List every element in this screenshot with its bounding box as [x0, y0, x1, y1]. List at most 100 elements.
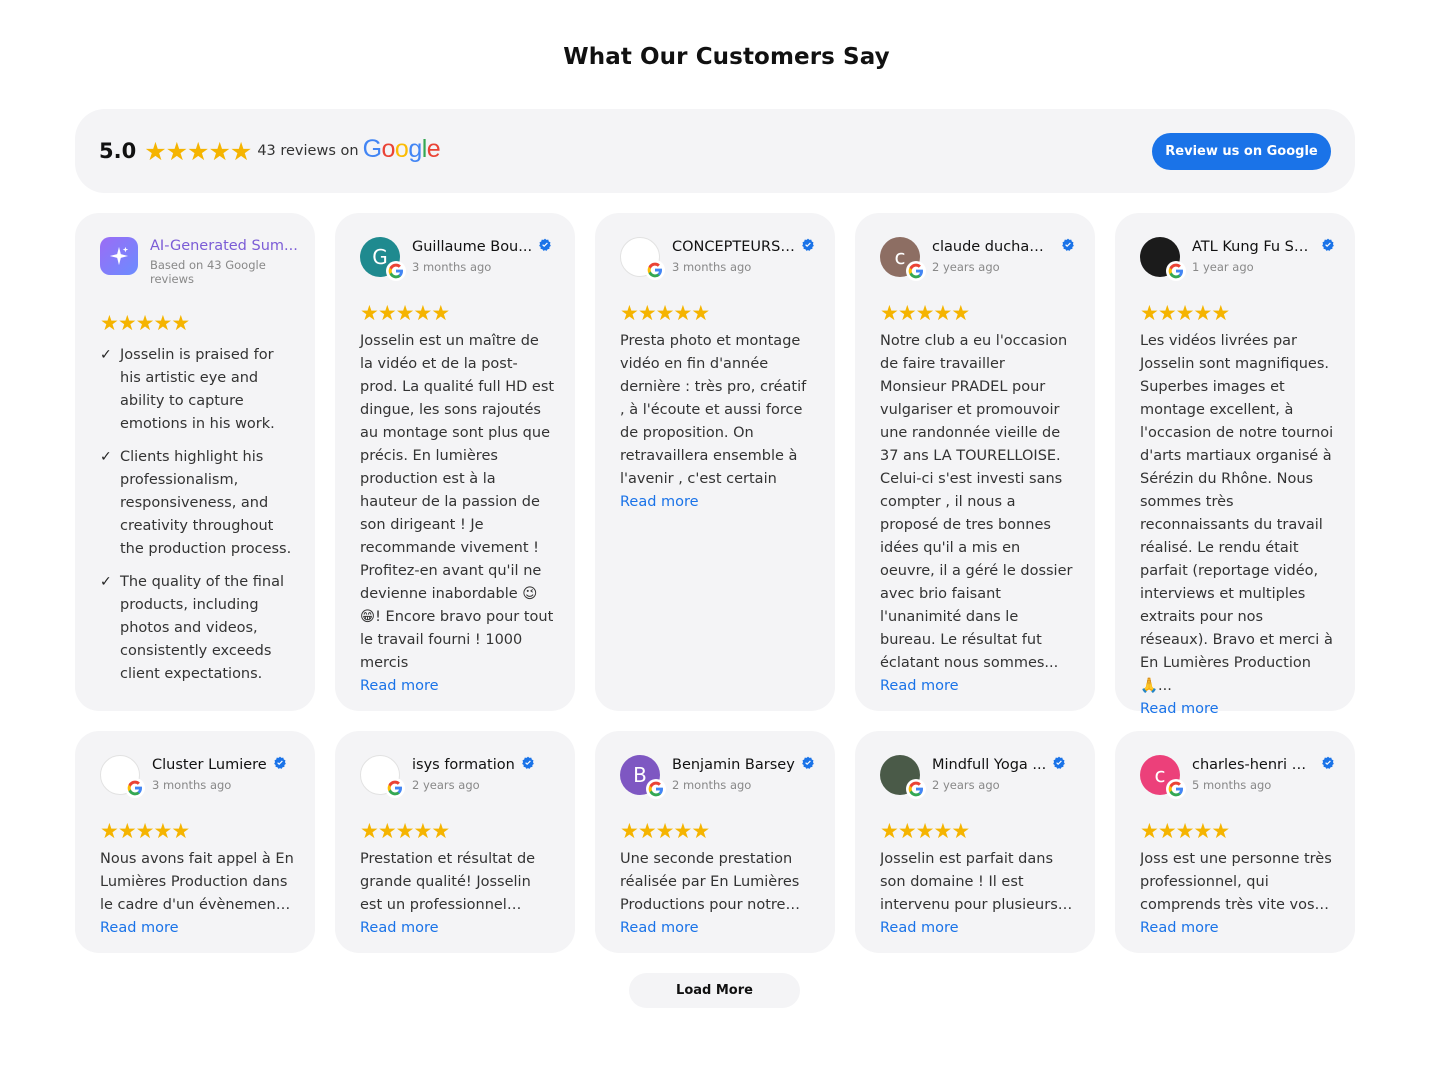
read-more-link[interactable]: Read more — [100, 917, 295, 940]
ai-summary-card: AI-Generated Sum... Based on 43 Google r… — [75, 213, 315, 711]
avatar: c — [1140, 755, 1186, 799]
google-badge-icon — [906, 261, 926, 281]
star-icon: ★ — [1140, 301, 1159, 325]
star-icon: ★ — [1140, 819, 1159, 843]
star-icon: ★ — [620, 819, 639, 843]
star-icon: ★ — [100, 819, 119, 843]
star-icon: ★ — [413, 301, 433, 325]
star-icon: ★ — [951, 301, 971, 325]
ai-summary-points: ✓ Josselin is praised for his artistic ey… — [100, 344, 295, 686]
load-more-button[interactable]: Load More — [629, 973, 800, 1008]
star-icon: ★ — [187, 136, 210, 166]
google-badge-icon — [385, 778, 405, 798]
read-more-link[interactable]: Read more — [620, 491, 815, 514]
review-text: Presta photo et montage vidéo en fin d'a… — [620, 333, 807, 487]
reviewer-name[interactable]: CONCEPTEURS ... — [672, 238, 795, 256]
review-time: 5 months ago — [1192, 778, 1272, 792]
avatar — [880, 755, 926, 799]
reviewer-name[interactable]: isys formation — [412, 756, 515, 774]
star-icon: ★ — [117, 311, 137, 335]
review-time: 1 year ago — [1192, 260, 1254, 274]
review-stars: ★ ★ ★ ★ ★ — [360, 819, 451, 843]
read-more-link[interactable]: Read more — [620, 917, 815, 940]
reviewer-name[interactable]: charles-henri D... — [1192, 756, 1315, 774]
star-icon: ★ — [395, 301, 415, 325]
reviewer-name[interactable]: Cluster Lumiere — [152, 756, 267, 774]
star-icon: ★ — [655, 819, 675, 843]
star-icon: ★ — [413, 819, 433, 843]
review-stars: ★ ★ ★ ★ ★ — [880, 301, 971, 325]
review-text: Prestation et résultat de grande qualité… — [360, 851, 536, 913]
google-badge-icon — [1166, 261, 1186, 281]
review-time: 3 months ago — [672, 260, 752, 274]
rating-summary-bar: 5.0 ★ ★ ★ ★ ★ 43 reviews on Google Review us… — [75, 109, 1355, 193]
review-us-on-google-button[interactable]: Review us on Google — [1152, 132, 1331, 170]
avatar — [100, 755, 145, 798]
read-more-link[interactable]: Read more — [1140, 917, 1335, 940]
review-time: 2 years ago — [932, 260, 1000, 274]
verified-badge-icon — [273, 755, 287, 774]
check-icon: ✓ — [100, 347, 112, 363]
review-time: 2 months ago — [672, 778, 752, 792]
review-card: isys formation 2 years ago ★ ★ ★ ★ ★ Prestation… — [335, 731, 575, 953]
star-icon: ★ — [1175, 819, 1195, 843]
review-text: Une seconde prestation réalisée par En L… — [620, 851, 800, 913]
ai-summary-subtitle: Based on 43 Google reviews — [150, 258, 266, 286]
verified-badge-icon — [801, 755, 815, 774]
review-text: Josselin est parfait dans son domaine ! … — [880, 851, 1058, 913]
review-time: 3 months ago — [152, 778, 232, 792]
star-icon: ★ — [1175, 301, 1195, 325]
read-more-link[interactable]: Read more — [880, 675, 1075, 698]
star-icon: ★ — [165, 136, 189, 166]
review-stars: ★ ★ ★ ★ ★ — [880, 819, 971, 843]
summary-point: ✓ Clients highlight his professionalism, … — [100, 446, 295, 561]
star-icon: ★ — [1157, 819, 1177, 843]
check-icon: ✓ — [100, 574, 112, 590]
star-icon: ★ — [431, 819, 451, 843]
avatar: c — [880, 237, 926, 281]
reviewer-name[interactable]: Guillaume Bou... — [412, 238, 532, 256]
star-icon: ★ — [171, 819, 191, 843]
star-icon: ★ — [171, 311, 191, 335]
read-more-link[interactable]: Read more — [360, 675, 555, 698]
star-icon: ★ — [153, 819, 173, 843]
reviewer-name[interactable]: Benjamin Barsey — [672, 756, 795, 774]
summary-point: ✓ The quality of the final products, incl… — [100, 571, 295, 686]
star-icon: ★ — [897, 301, 917, 325]
verified-badge-icon — [1321, 237, 1335, 256]
review-text: Josselin est un maître de la vidéo et de… — [360, 333, 555, 671]
read-more-link[interactable]: Read more — [1140, 698, 1335, 721]
star-icon: ★ — [637, 819, 657, 843]
star-icon: ★ — [360, 819, 379, 843]
star-icon: ★ — [135, 311, 155, 335]
star-icon: ★ — [915, 301, 935, 325]
google-badge-icon — [1166, 779, 1186, 799]
reviewer-name[interactable]: ATL Kung Fu Sé... — [1192, 238, 1315, 256]
star-icon: ★ — [1193, 301, 1213, 325]
verified-badge-icon — [1061, 237, 1075, 256]
star-icon: ★ — [208, 136, 231, 166]
overall-rating: 5.0 — [99, 139, 137, 163]
read-more-link[interactable]: Read more — [880, 917, 1075, 940]
star-icon: ★ — [620, 301, 639, 325]
star-icon: ★ — [1211, 301, 1231, 325]
star-icon: ★ — [1211, 819, 1231, 843]
reviewer-name[interactable]: claude ducham... — [932, 238, 1055, 256]
read-more-link[interactable]: Read more — [360, 917, 555, 940]
review-card: c charles-henri D... 5 months ago ★ ★ ★ ★ ★ Joss… — [1115, 731, 1355, 953]
google-badge-icon — [386, 261, 406, 281]
review-text: Notre club a eu l'occasion de faire trav… — [880, 333, 1073, 671]
page-title: What Our Customers Say — [563, 44, 890, 70]
star-icon: ★ — [673, 819, 693, 843]
star-icon: ★ — [1193, 819, 1213, 843]
review-card: B Benjamin Barsey 2 months ago ★ ★ ★ ★ ★ Une sec… — [595, 731, 835, 953]
star-icon: ★ — [951, 819, 971, 843]
star-icon: ★ — [897, 819, 917, 843]
avatar: G — [360, 237, 406, 281]
reviewer-name[interactable]: Mindfull Yoga ... — [932, 756, 1046, 774]
star-icon: ★ — [1157, 301, 1177, 325]
google-badge-icon — [906, 779, 926, 799]
review-count: 43 reviews on — [257, 143, 359, 159]
overall-stars: ★ ★ ★ ★ ★ — [144, 136, 252, 166]
review-time: 2 years ago — [412, 778, 480, 792]
